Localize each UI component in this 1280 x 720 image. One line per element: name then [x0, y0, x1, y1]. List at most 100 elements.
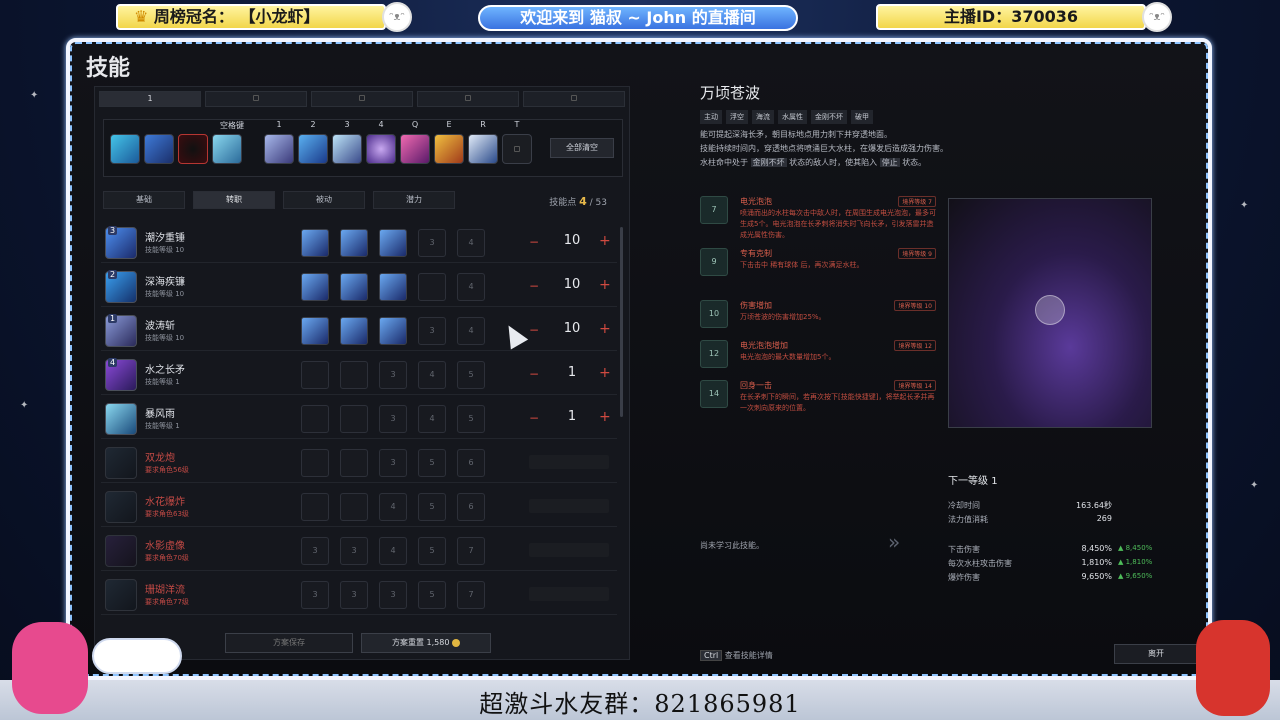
skill-node[interactable]: 3: [379, 405, 407, 433]
skill-node[interactable]: 3: [379, 581, 407, 609]
skill-node[interactable]: [301, 405, 329, 433]
skill-node[interactable]: 4: [457, 317, 485, 345]
preset-tab-locked[interactable]: [417, 91, 519, 107]
minus-button[interactable]: −: [529, 411, 539, 425]
hotbar-slot-1[interactable]: [110, 134, 140, 164]
skill-node[interactable]: 4: [379, 537, 407, 565]
skill-node[interactable]: [340, 229, 368, 257]
skill-node[interactable]: [301, 493, 329, 521]
minus-button[interactable]: −: [529, 367, 539, 381]
skill-node[interactable]: [340, 273, 368, 301]
play-icon[interactable]: [1035, 295, 1065, 325]
skill-row[interactable]: 双龙炮 要求角色56级 3 5 6: [101, 443, 617, 483]
skill-node[interactable]: 5: [457, 405, 485, 433]
hotbar-slot-key4[interactable]: [366, 134, 396, 164]
skill-node[interactable]: [379, 317, 407, 345]
clear-all-button[interactable]: 全部清空: [550, 138, 614, 158]
skill-node[interactable]: [379, 229, 407, 257]
skill-node[interactable]: 3: [379, 449, 407, 477]
skill-node[interactable]: 3: [340, 537, 368, 565]
hotbar-slot-q[interactable]: [400, 134, 430, 164]
skill-node[interactable]: 4: [418, 405, 446, 433]
skill-icon[interactable]: [105, 403, 137, 435]
skill-icon[interactable]: 2: [105, 270, 137, 303]
tab-advancement[interactable]: 转职: [193, 191, 275, 209]
skill-node[interactable]: [301, 229, 329, 257]
hotbar-slot-key3[interactable]: [332, 134, 362, 164]
skill-node[interactable]: [340, 493, 368, 521]
skill-icon[interactable]: [105, 491, 137, 523]
leave-button[interactable]: 离开: [1114, 644, 1198, 664]
skill-node[interactable]: 5: [457, 361, 485, 389]
skill-row[interactable]: 1 波涛斩 技能等级 10 3 4 − 10 +: [101, 311, 617, 351]
scrollbar[interactable]: [620, 227, 623, 417]
minus-button[interactable]: −: [529, 323, 539, 337]
skill-node[interactable]: 4: [457, 273, 485, 301]
hotbar-slot-t-locked[interactable]: [502, 134, 532, 164]
skill-row[interactable]: 2 深海疾镰 技能等级 10 4 − 10 +: [101, 267, 617, 307]
hotbar-slot-e[interactable]: [434, 134, 464, 164]
hotbar-slot-space[interactable]: [212, 134, 242, 164]
skill-node[interactable]: [301, 317, 329, 345]
plus-button[interactable]: +: [599, 321, 611, 337]
reset-plan-button[interactable]: 方案重置 1,580: [361, 633, 491, 653]
skill-node[interactable]: 5: [418, 581, 446, 609]
skill-node[interactable]: [340, 449, 368, 477]
skill-node[interactable]: 4: [457, 229, 485, 257]
preset-tab-1[interactable]: 1: [99, 91, 201, 107]
skill-icon[interactable]: [105, 579, 137, 611]
skill-node[interactable]: 6: [457, 493, 485, 521]
skill-node[interactable]: [340, 361, 368, 389]
tab-basic[interactable]: 基础: [103, 191, 185, 209]
plus-button[interactable]: +: [599, 409, 611, 425]
skill-node[interactable]: 4: [379, 493, 407, 521]
plus-button[interactable]: +: [599, 277, 611, 293]
hotbar-slot-key2[interactable]: [298, 134, 328, 164]
skill-preview-video[interactable]: [948, 198, 1152, 428]
skill-node[interactable]: 5: [418, 493, 446, 521]
save-plan-button[interactable]: 方案保存: [225, 633, 353, 653]
hotbar-slot-key1[interactable]: [264, 134, 294, 164]
skill-node[interactable]: [379, 273, 407, 301]
skill-node[interactable]: [301, 273, 329, 301]
preset-tab-locked[interactable]: [311, 91, 413, 107]
skill-node[interactable]: [418, 273, 446, 301]
skill-node[interactable]: 5: [418, 537, 446, 565]
preset-tab-locked[interactable]: [523, 91, 625, 107]
skill-node[interactable]: 3: [301, 581, 329, 609]
skill-icon[interactable]: [105, 447, 137, 479]
skill-node[interactable]: 3: [379, 361, 407, 389]
hotbar-slot-3[interactable]: [178, 134, 208, 164]
skill-node[interactable]: [301, 449, 329, 477]
skill-node[interactable]: 3: [301, 537, 329, 565]
skill-node[interactable]: 3: [418, 229, 446, 257]
skill-row[interactable]: 珊瑚洋流 要求角色77级 3 3 3 5 7: [101, 575, 617, 615]
plus-button[interactable]: +: [599, 365, 611, 381]
plus-button[interactable]: +: [599, 233, 611, 249]
skill-node[interactable]: 6: [457, 449, 485, 477]
skill-row[interactable]: 水花爆炸 要求角色63级 4 5 6: [101, 487, 617, 527]
hotbar-slot-r[interactable]: [468, 134, 498, 164]
skill-row[interactable]: 3 潮汐重锤 技能等级 10 3 4−10 +: [101, 223, 617, 263]
hotbar-slot-2[interactable]: [144, 134, 174, 164]
skill-node[interactable]: 7: [457, 537, 485, 565]
skill-node[interactable]: 5: [418, 449, 446, 477]
skill-icon[interactable]: 1: [105, 314, 137, 347]
skill-node[interactable]: [340, 317, 368, 345]
skill-icon[interactable]: 3: [105, 226, 137, 259]
skill-node[interactable]: 7: [457, 581, 485, 609]
preset-tab-locked[interactable]: [205, 91, 307, 107]
tab-passive[interactable]: 被动: [283, 191, 365, 209]
minus-button[interactable]: −: [529, 235, 539, 249]
skill-node[interactable]: 3: [340, 581, 368, 609]
skill-icon[interactable]: 4: [105, 358, 137, 391]
minus-button[interactable]: −: [529, 279, 539, 293]
skill-node[interactable]: [340, 405, 368, 433]
skill-node[interactable]: 3: [418, 317, 446, 345]
skill-icon[interactable]: [105, 535, 137, 567]
skill-node[interactable]: 4: [418, 361, 446, 389]
tab-potential[interactable]: 潜力: [373, 191, 455, 209]
skill-row[interactable]: 暴风雨 技能等级 1 3 4 5 − 1 +: [101, 399, 617, 439]
skill-node[interactable]: [301, 361, 329, 389]
skill-row[interactable]: 水影虚像 要求角色70级 3 3 4 5 7: [101, 531, 617, 571]
